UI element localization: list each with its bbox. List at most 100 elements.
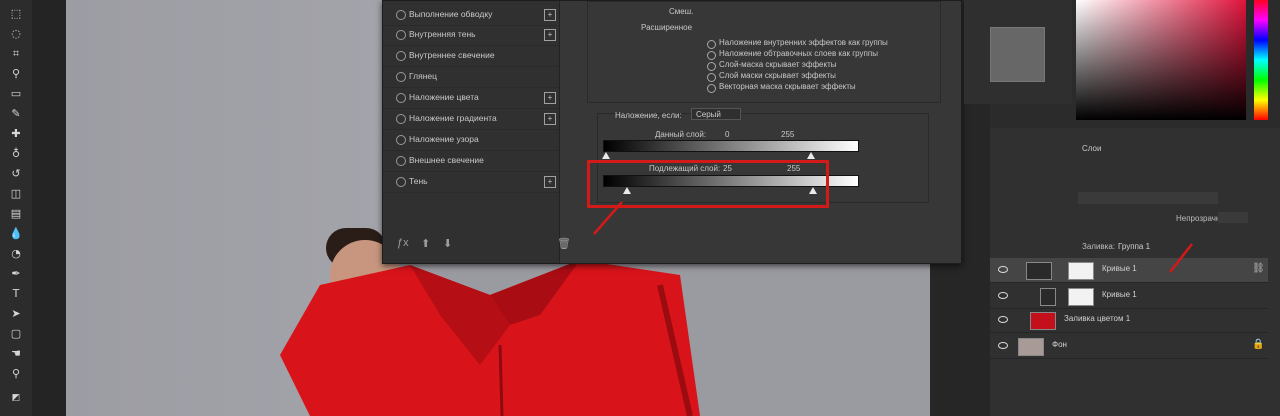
styles-list: Выполнение обводку + Внутренняя тень + В…	[383, 1, 571, 263]
lasso-tool-icon[interactable]: ◌	[8, 26, 24, 42]
check-label: Слой-маска скрывает эффекты	[719, 60, 837, 69]
style-checkbox[interactable]	[396, 10, 406, 20]
this-layer-label: Данный слой:	[655, 130, 707, 139]
this-layer-slider[interactable]	[603, 140, 859, 152]
layer-style-dialog: Выполнение обводку + Внутренняя тень + В…	[382, 0, 962, 264]
style-item-stroke[interactable]: Выполнение обводку +	[383, 5, 559, 26]
color-swatches-icon[interactable]: ◩	[8, 390, 24, 406]
style-label: Внешнее свечение	[409, 155, 484, 165]
style-item-satin[interactable]: Глянец	[383, 67, 559, 88]
blend-top-label: Смеш.	[669, 7, 694, 16]
healing-tool-icon[interactable]: ✚	[8, 126, 24, 142]
style-label: Тень	[409, 176, 428, 186]
add-instance-icon[interactable]: +	[544, 29, 556, 41]
fill-label: Заливка:	[1082, 242, 1116, 251]
add-instance-icon[interactable]: +	[544, 92, 556, 104]
eye-icon[interactable]	[998, 316, 1008, 323]
check-label: Наложение внутренних эффектов как группы	[719, 38, 888, 47]
marquee-tool-icon[interactable]: ⬚	[8, 6, 24, 22]
check-label: Слой маски скрывает эффекты	[719, 71, 836, 80]
style-label: Наложение узора	[409, 134, 479, 144]
add-instance-icon[interactable]: +	[544, 113, 556, 125]
canvas-margin	[32, 0, 66, 416]
layer-row-curves-2[interactable]: Кривые 1	[990, 284, 1268, 309]
down-arrow-icon[interactable]: ⬇	[443, 237, 452, 250]
style-checkbox[interactable]	[396, 72, 406, 82]
annotation-arrow-icon	[593, 201, 623, 235]
style-item-inner-glow[interactable]: Внутреннее свечение	[383, 46, 559, 67]
gradient-tool-icon[interactable]: ▤	[8, 206, 24, 222]
style-item-drop-shadow[interactable]: Тень +	[383, 172, 559, 193]
style-label: Внутреннее свечение	[409, 50, 495, 60]
layer-row-curves-1[interactable]: Кривые 1 ⛓	[990, 258, 1268, 283]
check-vector-mask-hides[interactable]	[707, 84, 716, 93]
style-item-outer-glow[interactable]: Внешнее свечение	[383, 151, 559, 172]
opacity-field[interactable]	[1218, 212, 1248, 223]
brush-tool-icon[interactable]: ✎	[8, 106, 24, 122]
adjustment-icon	[1026, 262, 1052, 280]
eye-icon[interactable]	[998, 266, 1008, 273]
add-instance-icon[interactable]: +	[544, 9, 556, 21]
layers-header: Слои	[1082, 144, 1102, 153]
layer-name: Кривые 1	[1102, 290, 1137, 299]
hand-tool-icon[interactable]: ☚	[8, 346, 24, 362]
pen-tool-icon[interactable]: ✒	[8, 266, 24, 282]
style-item-color-overlay[interactable]: Наложение цвета +	[383, 88, 559, 109]
check-clipped-layers[interactable]	[707, 51, 716, 60]
group-label: Группа 1	[1118, 242, 1151, 251]
this-layer-black-handle[interactable]	[602, 152, 610, 159]
eye-icon[interactable]	[998, 342, 1008, 349]
color-fill-thumbnail[interactable]	[1030, 312, 1056, 330]
mask-thumbnail[interactable]	[1068, 288, 1094, 306]
style-item-pattern-overlay[interactable]: Наложение узора	[383, 130, 559, 151]
style-checkbox[interactable]	[396, 30, 406, 40]
dodge-tool-icon[interactable]: ◔	[8, 246, 24, 262]
style-item-inner-shadow[interactable]: Внутренняя тень +	[383, 25, 559, 46]
style-checkbox[interactable]	[396, 51, 406, 61]
check-label: Векторная маска скрывает эффекты	[719, 82, 856, 91]
style-checkbox[interactable]	[396, 93, 406, 103]
blur-tool-icon[interactable]: 💧	[8, 226, 24, 242]
style-label: Наложение цвета	[409, 92, 479, 102]
eraser-tool-icon[interactable]: ◫	[8, 186, 24, 202]
frame-tool-icon[interactable]: ▭	[8, 86, 24, 102]
eyedropper-tool-icon[interactable]: ⚲	[8, 66, 24, 82]
this-layer-white-handle[interactable]	[807, 152, 815, 159]
zoom-tool-icon[interactable]: ⚲	[8, 366, 24, 382]
clone-tool-icon[interactable]: ♁	[8, 146, 24, 162]
layer-filter-bar[interactable]	[1078, 192, 1218, 204]
layer-row-color-fill[interactable]: Заливка цветом 1	[990, 308, 1268, 333]
history-brush-tool-icon[interactable]: ↺	[8, 166, 24, 182]
style-item-gradient-overlay[interactable]: Наложение градиента +	[383, 109, 559, 130]
blend-if-dropdown[interactable]: Серый	[691, 108, 741, 120]
adjustment-icon	[1040, 288, 1056, 306]
path-selection-tool-icon[interactable]: ➤	[8, 306, 24, 322]
style-checkbox[interactable]	[396, 114, 406, 124]
style-checkbox[interactable]	[396, 177, 406, 187]
up-arrow-icon[interactable]: ⬆	[421, 237, 430, 250]
preview-swatch	[990, 27, 1045, 82]
this-layer-high-value: 255	[781, 130, 795, 139]
red-shirt	[280, 260, 700, 416]
hue-slider[interactable]	[1254, 0, 1268, 120]
text-tool-icon[interactable]: T	[8, 286, 24, 302]
mask-thumbnail[interactable]	[1068, 262, 1094, 280]
picker-gap	[1246, 0, 1254, 120]
check-layer-mask-hides[interactable]	[707, 73, 716, 82]
lock-icon[interactable]: 🔒	[1252, 339, 1264, 350]
crop-tool-icon[interactable]: ⌗	[8, 46, 24, 62]
style-label: Глянец	[409, 71, 437, 81]
photo-thumbnail[interactable]	[1018, 338, 1044, 356]
eye-icon[interactable]	[998, 292, 1008, 299]
style-checkbox[interactable]	[396, 156, 406, 166]
fx-icon[interactable]: ƒx	[397, 237, 409, 249]
check-interior-effects[interactable]	[707, 40, 716, 49]
add-instance-icon[interactable]: +	[544, 176, 556, 188]
layer-row-background[interactable]: Фон 🔒	[990, 334, 1268, 359]
blend-if-label: Наложение, если:	[615, 111, 682, 120]
link-icon: ⛓	[1252, 263, 1265, 274]
shape-tool-icon[interactable]: ▢	[8, 326, 24, 342]
style-checkbox[interactable]	[396, 135, 406, 145]
color-picker-field[interactable]	[1076, 0, 1246, 120]
check-transparency-shapes[interactable]	[707, 62, 716, 71]
